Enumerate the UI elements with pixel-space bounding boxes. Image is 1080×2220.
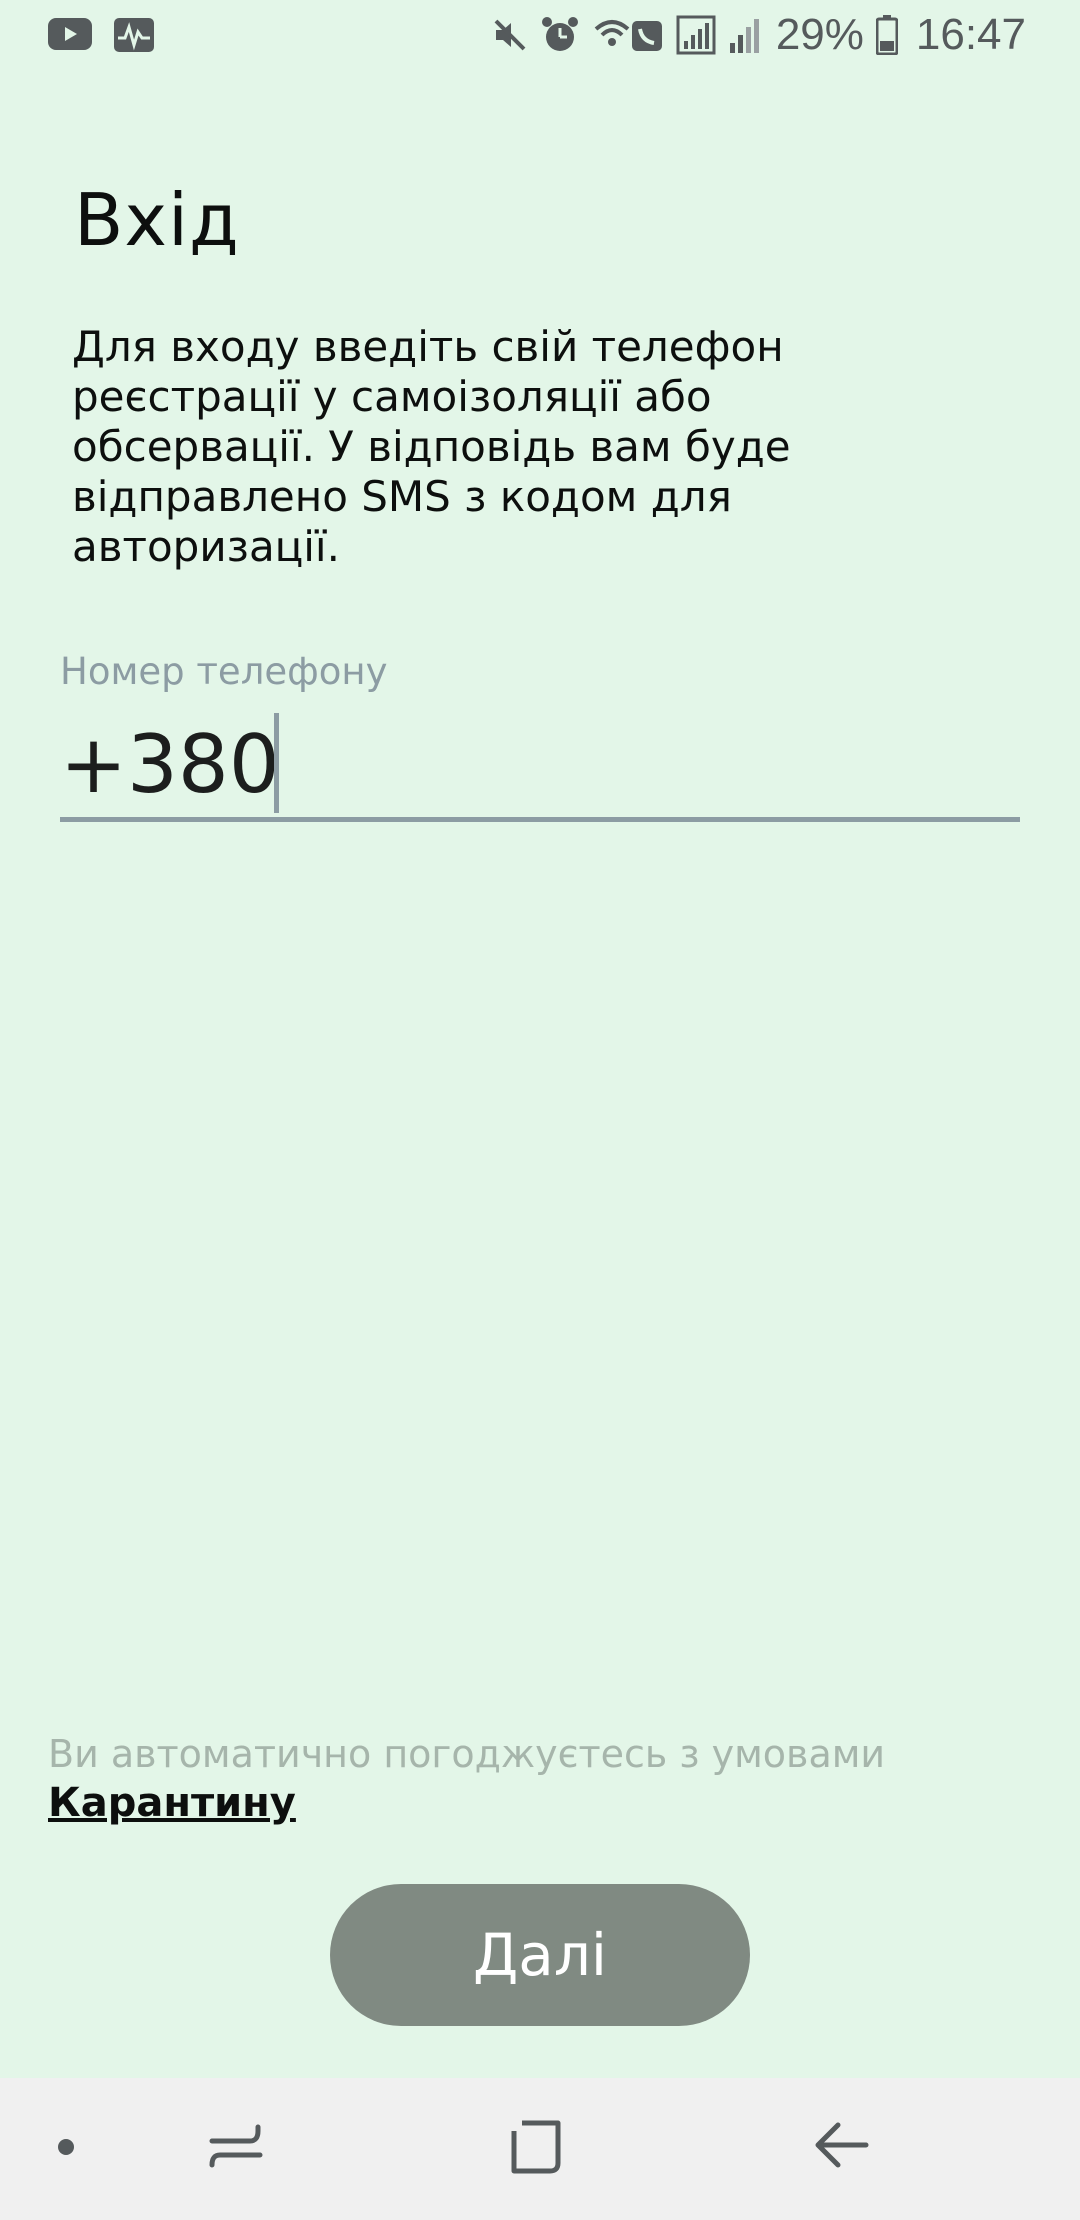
recent-apps-icon[interactable]	[206, 2117, 266, 2181]
clock: 16:47	[915, 10, 1026, 59]
terms-text: Ви автоматично погоджуєтесь з умовами	[48, 1732, 886, 1776]
battery-percent: 29%	[775, 10, 864, 59]
dot-icon[interactable]	[56, 2137, 76, 2161]
phone-field-label: Номер телефону	[60, 650, 388, 693]
back-icon[interactable]	[812, 2117, 872, 2181]
text-cursor	[274, 713, 279, 813]
navigation-bar	[0, 2078, 1080, 2220]
wifi-call-icon	[592, 15, 664, 55]
signal-icon	[676, 15, 716, 55]
youtube-icon	[48, 18, 92, 52]
terms-link[interactable]: Карантину	[48, 1780, 296, 1826]
activity-icon	[114, 18, 154, 52]
home-icon[interactable]	[508, 2117, 568, 2181]
phone-input[interactable]	[290, 715, 1014, 817]
phone-field[interactable]: +380	[60, 705, 1020, 822]
page-title: Вхід	[74, 178, 240, 262]
alarm-icon	[540, 15, 580, 55]
mute-icon	[492, 17, 528, 53]
login-description: Для входу введіть свій телефон реєстраці…	[72, 322, 791, 571]
next-button[interactable]: Далі	[330, 1884, 750, 2026]
status-bar: 29% 16:47	[0, 0, 1080, 70]
phone-prefix: +380	[60, 718, 280, 811]
battery-icon	[875, 15, 898, 55]
signal-weak-icon	[728, 15, 764, 55]
